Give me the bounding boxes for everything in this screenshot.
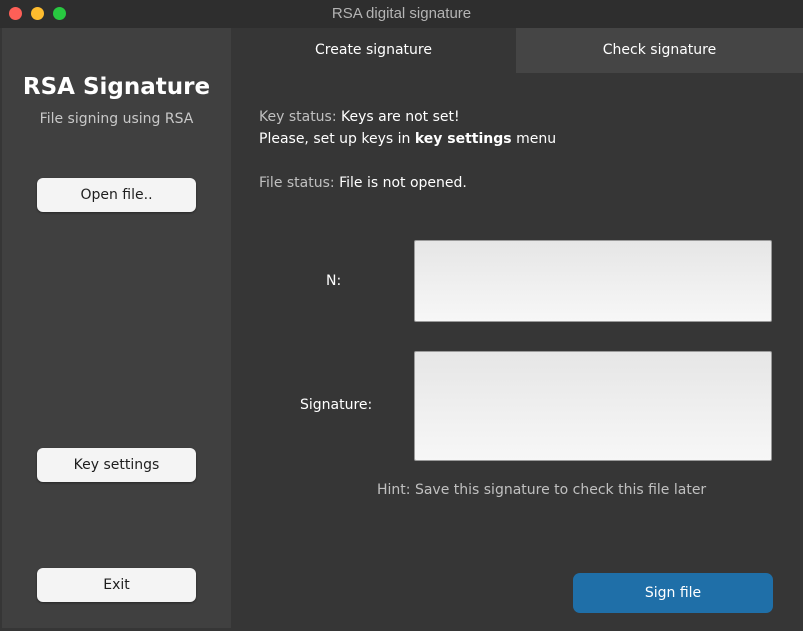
- create-signature-panel: Key status: Keys are not set! Please, se…: [231, 73, 803, 628]
- app-title: RSA Signature: [22, 74, 211, 100]
- app-subtitle: File signing using RSA: [39, 111, 194, 127]
- tab-check-signature[interactable]: Check signature: [516, 28, 803, 73]
- key-hint-prefix: Please, set up keys in: [259, 131, 411, 147]
- key-status-label: Key status:: [259, 109, 337, 125]
- key-settings-button[interactable]: Key settings: [37, 448, 196, 482]
- app-window: RSA digital signature RSA Signature File…: [0, 0, 803, 631]
- n-label: N:: [326, 273, 342, 289]
- key-hint-suffix: menu: [516, 131, 557, 147]
- save-hint: Hint: Save this signature to check this …: [377, 482, 707, 498]
- file-status-value: File is not opened.: [339, 175, 467, 191]
- title-bar: RSA digital signature: [0, 0, 803, 28]
- exit-button[interactable]: Exit: [37, 568, 196, 602]
- sign-file-button[interactable]: Sign file: [573, 573, 773, 613]
- signature-field[interactable]: [414, 351, 772, 461]
- tab-create-signature[interactable]: Create signature: [231, 28, 516, 73]
- open-file-button[interactable]: Open file..: [37, 178, 196, 212]
- file-status: File status: File is not opened.: [259, 175, 467, 191]
- tab-bar: Create signature Check signature: [231, 28, 803, 73]
- signature-label: Signature:: [300, 397, 373, 413]
- sidebar: RSA Signature File signing using RSA Ope…: [2, 28, 231, 628]
- key-setup-hint: Please, set up keys in key settings menu: [259, 131, 556, 147]
- key-hint-bold: key settings: [414, 131, 512, 147]
- file-status-label: File status:: [259, 175, 335, 191]
- key-status-value: Keys are not set!: [341, 109, 460, 125]
- key-status: Key status: Keys are not set!: [259, 109, 460, 125]
- n-field[interactable]: [414, 240, 772, 322]
- window-title: RSA digital signature: [331, 5, 472, 22]
